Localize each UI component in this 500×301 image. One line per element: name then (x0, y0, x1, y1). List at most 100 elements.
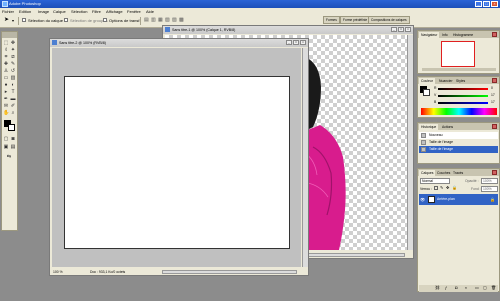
tab-formes[interactable]: Formes (323, 16, 340, 24)
menu-edition[interactable]: Edition (19, 9, 31, 14)
document-window-front[interactable]: Sans titre-2 @ 100% (RVB/8) _ □ × 100 % … (49, 38, 309, 276)
tab-histogramme[interactable]: Histogramme (451, 32, 475, 38)
menu-selection[interactable]: Sélection (71, 9, 87, 14)
horizontal-scrollbar[interactable] (162, 270, 297, 274)
doc-minimize-button[interactable]: _ (286, 40, 292, 45)
quick-mask-icon[interactable]: ◙ (10, 136, 16, 142)
menu-aide[interactable]: Aide (146, 9, 154, 14)
tab-traces[interactable]: Tracés (451, 170, 465, 176)
doc-close-button[interactable]: × (405, 27, 411, 32)
tab-compositions-calques[interactable]: Compositions de calques (368, 16, 410, 24)
channel-b-slider[interactable] (438, 102, 488, 104)
lasso-tool-icon[interactable]: ℓ (3, 47, 9, 53)
imageready-icon[interactable]: ⇆ (6, 154, 12, 160)
auto-select-groups-checkbox[interactable] (64, 18, 68, 22)
zoom-tool-icon[interactable]: ⌕ (10, 110, 16, 116)
document-title[interactable]: Sans titre-1 @ 100% (Calque 1, RVB/8) (163, 26, 413, 34)
align-top-icon[interactable]: ▤ (144, 17, 149, 23)
close-button[interactable]: × (491, 1, 498, 7)
lock-paint-icon[interactable]: ✎ (440, 185, 443, 190)
history-brush-icon[interactable]: ↺ (10, 68, 16, 74)
history-item-selected[interactable]: Taille de l'image (419, 146, 498, 153)
channel-r-slider[interactable] (438, 88, 488, 90)
align-bottom-icon[interactable]: ▦ (158, 17, 163, 23)
document-title[interactable]: Sans titre-2 @ 100% (RVB/8) (50, 39, 308, 47)
layer-visibility-eye-icon[interactable]: 👁 (420, 197, 425, 202)
lock-all-icon[interactable]: 🔒 (452, 185, 457, 190)
eraser-tool-icon[interactable]: ▭ (3, 75, 9, 81)
channel-b-value[interactable]: 17 (491, 100, 495, 104)
menu-affichage[interactable]: Affichage (106, 9, 123, 14)
transform-controls-checkbox[interactable] (103, 18, 107, 22)
move-tool-icon[interactable]: ✥ (10, 40, 16, 46)
menu-fenetre[interactable]: Fenêtre (127, 9, 141, 14)
tab-calques[interactable]: Calques (419, 170, 436, 176)
tab-styles[interactable]: Styles (454, 78, 467, 84)
align-center-icon[interactable]: ▨ (172, 17, 177, 23)
layer-style-icon[interactable]: ƒ (445, 285, 447, 290)
notes-tool-icon[interactable]: ✉ (3, 103, 9, 109)
fill-input[interactable]: 100% (481, 186, 498, 192)
align-right-icon[interactable]: ▩ (179, 17, 184, 23)
type-tool-icon[interactable]: T (10, 89, 16, 95)
tab-nuancier[interactable]: Nuancier (437, 78, 455, 84)
magic-wand-icon[interactable]: ✦ (10, 47, 16, 53)
auto-select-layer-checkbox[interactable] (22, 18, 26, 22)
tab-couleur[interactable]: Couleur (419, 78, 435, 84)
marquee-tool-icon[interactable]: ⬚ (3, 40, 9, 46)
blur-tool-icon[interactable]: ● (3, 82, 9, 88)
history-item[interactable]: Nouveau (419, 132, 498, 139)
menu-image[interactable]: Image (38, 9, 49, 14)
menu-filtre[interactable]: Filtre (92, 9, 101, 14)
pen-tool-icon[interactable]: ✒ (3, 96, 9, 102)
align-left-icon[interactable]: ▧ (165, 17, 170, 23)
vertical-scrollbar[interactable] (407, 35, 413, 250)
doc-maximize-button[interactable]: □ (398, 27, 404, 32)
new-layer-icon[interactable]: ▢ (483, 285, 487, 290)
panel-close-icon[interactable] (492, 32, 497, 37)
crop-tool-icon[interactable]: ⌗ (3, 54, 9, 60)
history-item[interactable]: Taille de l'image (419, 139, 498, 146)
channel-v-value[interactable]: 17 (491, 93, 495, 97)
eyedropper-icon[interactable]: ✐ (10, 103, 16, 109)
healing-brush-icon[interactable]: ✚ (3, 61, 9, 67)
screen-mode-icon[interactable]: ▣ (3, 144, 9, 150)
layer-name[interactable]: Arrière-plan (437, 197, 455, 201)
delete-layer-icon[interactable]: 🗑 (491, 285, 496, 290)
gradient-tool-icon[interactable]: ▥ (10, 75, 16, 81)
panel-close-icon[interactable] (492, 170, 497, 175)
menu-fichier[interactable]: Fichier (2, 9, 14, 14)
color-spectrum-ramp[interactable] (421, 108, 497, 115)
tab-historique[interactable]: Historique (419, 124, 439, 130)
tab-couches[interactable]: Couches (435, 170, 452, 176)
doc-maximize-button[interactable]: □ (293, 40, 299, 45)
tab-info[interactable]: Info (440, 32, 450, 38)
link-layers-icon[interactable]: ⛓ (435, 285, 440, 290)
layer-row[interactable]: 👁 Arrière-plan 🔒 (419, 194, 498, 205)
standard-mode-icon[interactable]: ▢ (3, 136, 9, 142)
tool-preset-dropdown-icon[interactable]: ▾ (12, 18, 14, 23)
layer-mask-icon[interactable]: ◘ (455, 285, 457, 290)
clone-stamp-icon[interactable]: ♙ (3, 68, 9, 74)
background-color-swatch[interactable] (8, 124, 15, 131)
doc-close-button[interactable]: × (300, 40, 306, 45)
doc-minimize-button[interactable]: _ (391, 27, 397, 32)
panel-close-icon[interactable] (492, 78, 497, 83)
blend-mode-select[interactable]: Normal (420, 178, 450, 184)
maximize-button[interactable]: □ (483, 1, 490, 7)
adjustment-layer-icon[interactable]: ◐ (465, 285, 467, 290)
color-background-swatch[interactable] (423, 89, 430, 96)
tab-actions[interactable]: Actions (440, 124, 455, 130)
tab-navigateur[interactable]: Navigateur (419, 32, 440, 38)
tab-forme-predefinie[interactable]: Forme prédéfinie (340, 16, 371, 24)
zoom-level[interactable]: 100 % (53, 269, 63, 275)
vertical-scrollbar[interactable] (302, 48, 308, 267)
lock-transparency-icon[interactable] (434, 186, 438, 190)
new-group-icon[interactable]: ▭ (475, 285, 479, 290)
path-selection-icon[interactable]: ▸ (3, 89, 9, 95)
navigator-preview[interactable] (441, 41, 475, 67)
brush-tool-icon[interactable]: ✎ (10, 61, 16, 67)
navigator-zoom-slider[interactable] (422, 68, 496, 71)
dodge-tool-icon[interactable]: ◐ (10, 82, 16, 88)
opacity-input[interactable]: 100% (481, 178, 498, 184)
